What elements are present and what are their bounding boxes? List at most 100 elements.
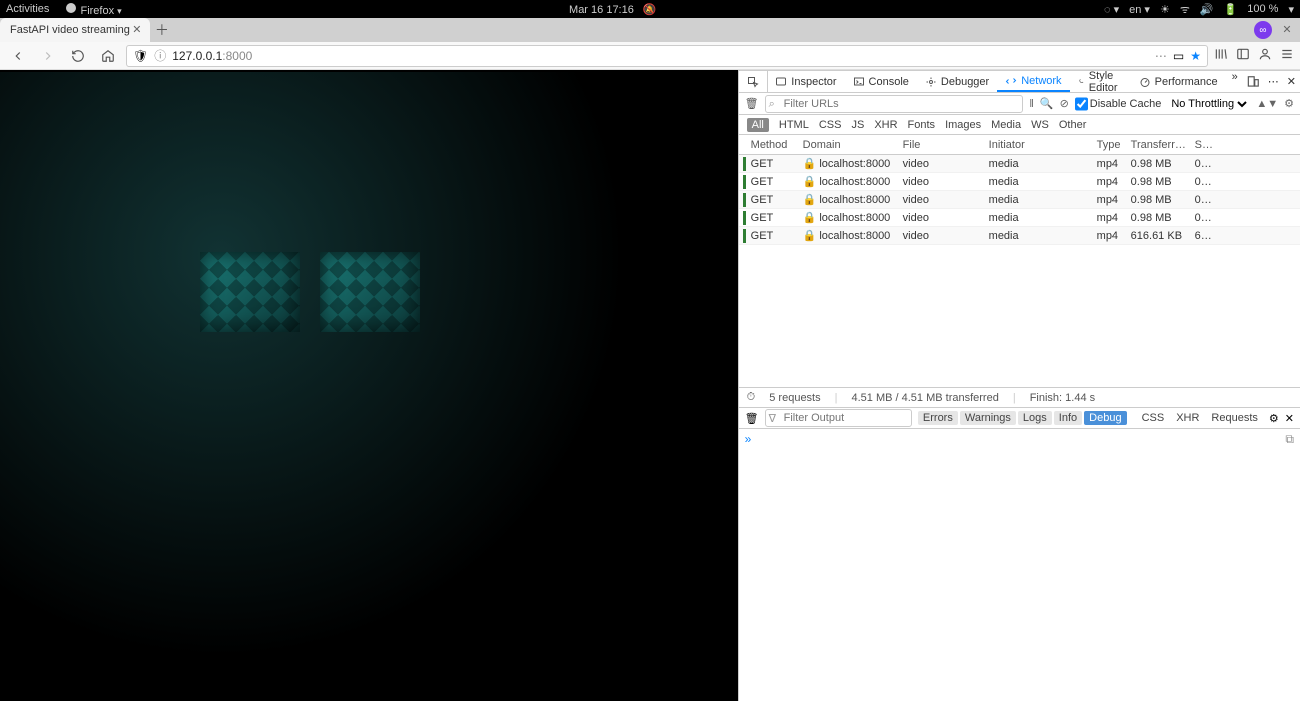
tab-strip: FastAPI video streaming ✕ ＋ ∞ ✕: [0, 18, 1300, 42]
summary-requests: 5 requests: [769, 392, 820, 404]
col-domain[interactable]: Domain: [799, 139, 899, 151]
hamburger-menu-icon[interactable]: [1280, 47, 1294, 64]
console-output: [739, 449, 1300, 701]
disable-cache-checkbox[interactable]: Disable Cache: [1075, 95, 1162, 113]
expand-console-icon[interactable]: ⧉: [1285, 432, 1294, 447]
block-icon[interactable]: ⊘: [1060, 97, 1069, 110]
activities-button[interactable]: Activities: [6, 3, 49, 15]
console-prompt[interactable]: »⧉: [739, 429, 1300, 449]
network-toolbar: 🗑 ⌕ ‖ 🔍 ⊘ Disable Cache No Throttling ▲▼…: [739, 93, 1300, 115]
devtools-tabs: Inspector Console Debugger Network Style…: [739, 71, 1300, 93]
url-bar: 🛡 ⓘ 127.0.0.1:8000 ⋯ ▭ ★: [0, 42, 1300, 70]
forward-button: [36, 44, 60, 68]
type-filter-xhr[interactable]: XHR: [874, 119, 897, 131]
wifi-icon: ᯤ: [1180, 2, 1190, 17]
type-filter-all[interactable]: All: [747, 118, 769, 132]
new-tab-button[interactable]: ＋: [150, 18, 174, 42]
sidebar-icon[interactable]: [1236, 47, 1250, 64]
page-actions-icon[interactable]: ⋯: [1155, 49, 1167, 63]
summary-transferred: 4.51 MB / 4.51 MB transferred: [851, 392, 998, 404]
stopwatch-icon[interactable]: ⏱: [747, 391, 756, 404]
window-close-icon[interactable]: ✕: [1280, 23, 1294, 37]
devtools-close-icon[interactable]: ✕: [1283, 71, 1300, 92]
lock-icon: 🔒: [803, 230, 817, 242]
url-text: 127.0.0.1:8000: [172, 49, 1149, 63]
filter-icon: ∇: [769, 412, 776, 425]
tab-style-editor[interactable]: Style Editor: [1070, 71, 1131, 92]
type-filter-js[interactable]: JS: [851, 119, 864, 131]
chip-debug[interactable]: Debug: [1084, 411, 1126, 425]
tab-performance[interactable]: Performance: [1131, 71, 1226, 92]
type-filter-css[interactable]: CSS: [819, 119, 842, 131]
type-filter-media[interactable]: Media: [991, 119, 1021, 131]
responsive-mode-icon[interactable]: [1242, 71, 1264, 92]
col-file[interactable]: File: [899, 139, 985, 151]
devtools-menu-icon[interactable]: ⋯: [1264, 71, 1283, 92]
col-size[interactable]: Size: [1191, 139, 1217, 151]
close-tab-icon[interactable]: ✕: [130, 23, 144, 37]
col-method[interactable]: Method: [747, 139, 799, 151]
type-filter-ws[interactable]: WS: [1031, 119, 1049, 131]
chip-css[interactable]: CSS: [1137, 411, 1170, 425]
lock-icon: 🔒: [803, 212, 817, 224]
system-tray[interactable]: ◌ ▾ en ▾ ☀ ᯤ 🔊 🔋 100 % ▾: [1104, 2, 1294, 17]
table-row[interactable]: GET🔒localhost:8000videomediamp40.98 MB0……: [739, 191, 1300, 209]
address-bar[interactable]: 🛡 ⓘ 127.0.0.1:8000 ⋯ ▭ ★: [126, 45, 1208, 67]
lang-indicator[interactable]: en ▾: [1129, 3, 1150, 16]
info-icon: ⓘ: [154, 47, 166, 64]
back-button[interactable]: [6, 44, 30, 68]
tab-network[interactable]: Network: [997, 71, 1069, 92]
firefox-menu[interactable]: Firefox: [65, 2, 121, 17]
library-icon[interactable]: [1214, 47, 1228, 64]
type-filter-html[interactable]: HTML: [779, 119, 809, 131]
tab-title: FastAPI video streaming: [10, 24, 130, 36]
chip-logs[interactable]: Logs: [1018, 411, 1052, 425]
col-type[interactable]: Type: [1093, 139, 1127, 151]
col-transferred[interactable]: Transferred: [1127, 139, 1191, 151]
clear-console-icon[interactable]: 🗑: [745, 412, 759, 425]
gnome-top-bar: Activities Firefox Mar 16 17:16 🔕 ◌ ▾ en…: [0, 0, 1300, 18]
type-filter-images[interactable]: Images: [945, 119, 981, 131]
volume-icon: 🔊: [1200, 3, 1214, 16]
account-icon[interactable]: ∞: [1254, 21, 1272, 39]
chip-xhr[interactable]: XHR: [1171, 411, 1204, 425]
chip-info[interactable]: Info: [1054, 411, 1082, 425]
type-filter-other[interactable]: Other: [1059, 119, 1087, 131]
network-summary: ⏱ 5 requests| 4.51 MB / 4.51 MB transfer…: [739, 387, 1300, 407]
more-tabs-icon[interactable]: »: [1228, 71, 1242, 92]
home-button[interactable]: [96, 44, 120, 68]
console-toolbar: 🗑 ∇ Errors Warnings Logs Info Debug CSS …: [739, 407, 1300, 429]
pick-element-button[interactable]: [739, 71, 767, 92]
reader-icon[interactable]: ▭: [1173, 49, 1184, 63]
table-header: Method Domain File Initiator Type Transf…: [739, 135, 1300, 155]
table-row[interactable]: GET🔒localhost:8000videomediamp40.98 MB0……: [739, 173, 1300, 191]
pause-icon[interactable]: ‖: [1029, 98, 1034, 110]
video-player[interactable]: [0, 72, 738, 681]
console-settings-icon[interactable]: ⚙: [1269, 412, 1279, 425]
filter-urls-input[interactable]: [765, 95, 1024, 113]
tab-console[interactable]: Console: [845, 71, 917, 92]
filter-output-input[interactable]: [765, 409, 912, 427]
table-row[interactable]: GET🔒localhost:8000videomediamp40.98 MB0……: [739, 209, 1300, 227]
bookmark-star-icon[interactable]: ★: [1190, 49, 1201, 63]
chip-warnings[interactable]: Warnings: [960, 411, 1016, 425]
settings-gear-icon[interactable]: ⚙: [1284, 97, 1294, 110]
col-initiator[interactable]: Initiator: [985, 139, 1093, 151]
reload-button[interactable]: [66, 44, 90, 68]
table-row[interactable]: GET🔒localhost:8000videomediamp4616.61 KB…: [739, 227, 1300, 245]
throttling-select[interactable]: No Throttling: [1167, 97, 1250, 111]
split-console-close-icon[interactable]: ✕: [1285, 412, 1294, 425]
browser-tab[interactable]: FastAPI video streaming ✕: [0, 18, 150, 42]
page-content: [0, 70, 739, 701]
profile-icon[interactable]: [1258, 47, 1272, 64]
table-row[interactable]: GET🔒localhost:8000videomediamp40.98 MB0……: [739, 155, 1300, 173]
search-icon[interactable]: 🔍: [1040, 97, 1054, 110]
tab-debugger[interactable]: Debugger: [917, 71, 997, 92]
notification-icon: 🔕: [643, 4, 657, 16]
summary-finish: Finish: 1.44 s: [1030, 392, 1095, 404]
chip-errors[interactable]: Errors: [918, 411, 958, 425]
chip-requests[interactable]: Requests: [1206, 411, 1262, 425]
clear-requests-icon[interactable]: 🗑: [745, 97, 759, 110]
type-filter-fonts[interactable]: Fonts: [908, 119, 936, 131]
tab-inspector[interactable]: Inspector: [767, 71, 844, 92]
